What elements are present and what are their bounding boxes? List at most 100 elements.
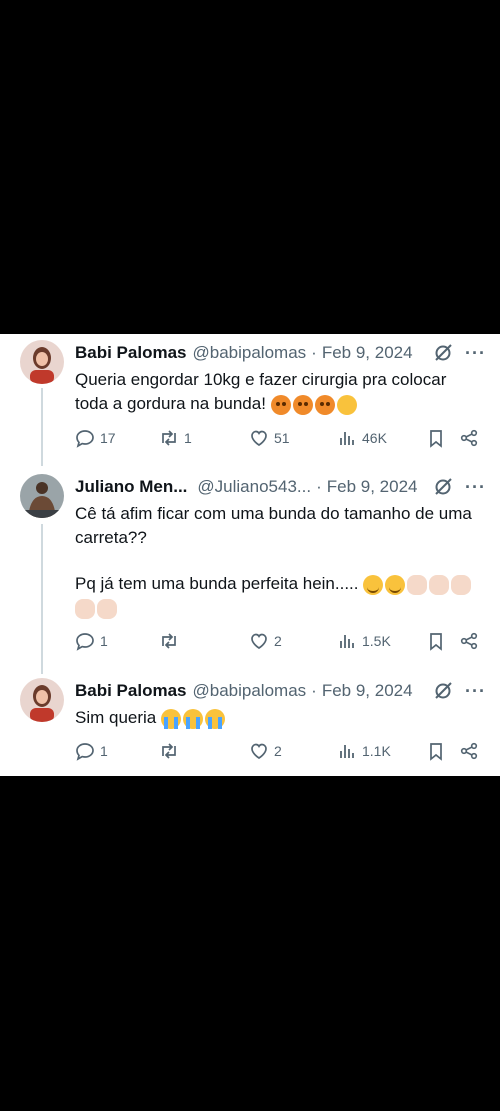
separator-dot: · <box>311 681 317 700</box>
tweet-actions: 1 2 1.5K <box>75 630 485 652</box>
retweet-button[interactable] <box>159 630 184 652</box>
tweet-text-line: Pq já tem uma bunda perfeita hein..... <box>75 572 484 596</box>
retweet-icon <box>162 633 176 649</box>
like-count: 2 <box>274 633 282 649</box>
tweet[interactable]: Babi Palomas @babipalomas · Feb 9, 2024 … <box>0 334 500 466</box>
grok-icon[interactable] <box>433 343 453 363</box>
timestamp[interactable]: Feb 9, 2024 <box>327 477 418 497</box>
tweet-text-content: Queria engordar 10kg e fazer cirurgia pr… <box>75 370 447 413</box>
retweet-button[interactable]: 1 <box>159 427 192 449</box>
views-icon <box>340 432 354 445</box>
view-count: 1.5K <box>362 633 391 649</box>
clapping-hands-icon <box>97 598 117 619</box>
bookmark-icon <box>430 743 442 761</box>
timestamp[interactable]: Feb 9, 2024 <box>322 343 413 363</box>
avatar[interactable] <box>20 340 64 384</box>
separator-dot: · <box>311 343 317 362</box>
tweet-text-content: Pq já tem uma bunda perfeita hein..... <box>75 574 359 593</box>
separator-dot: · <box>316 477 322 496</box>
avatar-image <box>20 678 64 722</box>
grok-icon[interactable] <box>433 477 453 497</box>
bookmark-button[interactable] <box>426 740 446 762</box>
reply-button[interactable]: 1 <box>75 630 108 652</box>
views-icon <box>340 745 354 758</box>
bookmark-button[interactable] <box>426 427 446 449</box>
angry-face-icon <box>314 394 335 415</box>
tweet-header: Babi Palomas @babipalomas · Feb 9, 2024 … <box>75 680 486 702</box>
share-icon <box>460 632 478 650</box>
retweet-count: 1 <box>184 430 192 446</box>
bookmark-icon <box>430 633 442 651</box>
more-options-icon[interactable]: ··· <box>465 344 486 362</box>
avatar[interactable] <box>20 474 64 518</box>
display-name[interactable]: Babi Palomas <box>75 681 187 701</box>
heart-icon <box>251 430 267 446</box>
display-name[interactable]: Babi Palomas <box>75 343 187 363</box>
relieved-face-icon <box>363 574 384 595</box>
retweet-button[interactable] <box>159 740 184 762</box>
like-button[interactable]: 2 <box>249 740 282 762</box>
clapping-hands-icon <box>407 574 428 595</box>
angry-face-icon <box>270 394 291 415</box>
view-count: 46K <box>362 430 387 446</box>
tweet[interactable]: Juliano Men... @Juliano543... · Feb 9, 2… <box>0 466 500 674</box>
avatar[interactable] <box>20 678 64 722</box>
like-count: 2 <box>274 743 282 759</box>
retweet-icon <box>162 430 176 446</box>
grok-icon[interactable] <box>433 681 453 701</box>
share-button[interactable] <box>459 740 479 762</box>
reply-count: 1 <box>100 633 108 649</box>
angry-face-icon <box>292 394 313 415</box>
loudly-crying-face-icon <box>205 708 225 729</box>
reply-icon <box>76 743 94 761</box>
display-name[interactable]: Juliano Men... <box>75 477 187 497</box>
reply-icon <box>76 633 94 651</box>
heart-icon <box>251 633 267 649</box>
reply-button[interactable]: 1 <box>75 740 108 762</box>
views-button[interactable]: 1.1K <box>337 740 391 762</box>
emoji-line <box>75 598 117 619</box>
views-button[interactable]: 1.5K <box>337 630 391 652</box>
username[interactable]: @babipalomas <box>193 343 307 363</box>
username[interactable]: @babipalomas <box>193 681 307 701</box>
share-icon <box>460 742 478 760</box>
tweet-text: Queria engordar 10kg e fazer cirurgia pr… <box>75 368 484 416</box>
like-button[interactable]: 2 <box>249 630 282 652</box>
share-icon <box>460 429 478 447</box>
tweet-actions: 17 1 51 46K <box>75 427 485 449</box>
like-count: 51 <box>274 430 290 446</box>
clapping-hands-icon <box>75 598 95 619</box>
avatar-image <box>20 340 64 384</box>
thread-line <box>41 524 43 674</box>
more-options-icon[interactable]: ··· <box>465 682 486 700</box>
reply-count: 1 <box>100 743 108 759</box>
share-button[interactable] <box>459 630 479 652</box>
bookmark-button[interactable] <box>426 630 446 652</box>
avatar-image <box>20 474 64 518</box>
thread-line <box>41 388 43 466</box>
reply-button[interactable]: 17 <box>75 427 116 449</box>
face-with-monocle-icon <box>336 394 357 415</box>
tweet-text-line: Cê tá afim ficar com uma bunda do tamanh… <box>75 504 472 547</box>
heart-icon <box>251 743 267 759</box>
more-options-icon[interactable]: ··· <box>465 478 486 496</box>
tweet-header: Juliano Men... @Juliano543... · Feb 9, 2… <box>75 476 486 498</box>
view-count: 1.1K <box>362 743 391 759</box>
tweet-actions: 1 2 1.1K <box>75 740 485 762</box>
tweet-text: Cê tá afim ficar com uma bunda do tamanh… <box>75 502 484 620</box>
like-button[interactable]: 51 <box>249 427 290 449</box>
tweet[interactable]: Babi Palomas @babipalomas · Feb 9, 2024 … <box>0 672 500 776</box>
bookmark-icon <box>430 430 442 448</box>
reply-icon <box>76 430 94 448</box>
username[interactable]: @Juliano543... <box>197 477 311 497</box>
tweet-text-content: Sim queria <box>75 708 157 727</box>
tweet-header: Babi Palomas @babipalomas · Feb 9, 2024 … <box>75 342 486 364</box>
timestamp[interactable]: Feb 9, 2024 <box>322 681 413 701</box>
retweet-icon <box>162 743 176 759</box>
share-button[interactable] <box>459 427 479 449</box>
loudly-crying-face-icon <box>183 708 203 729</box>
reply-count: 17 <box>100 430 116 446</box>
loudly-crying-face-icon <box>161 708 181 729</box>
views-icon <box>340 635 354 648</box>
views-button[interactable]: 46K <box>337 427 387 449</box>
